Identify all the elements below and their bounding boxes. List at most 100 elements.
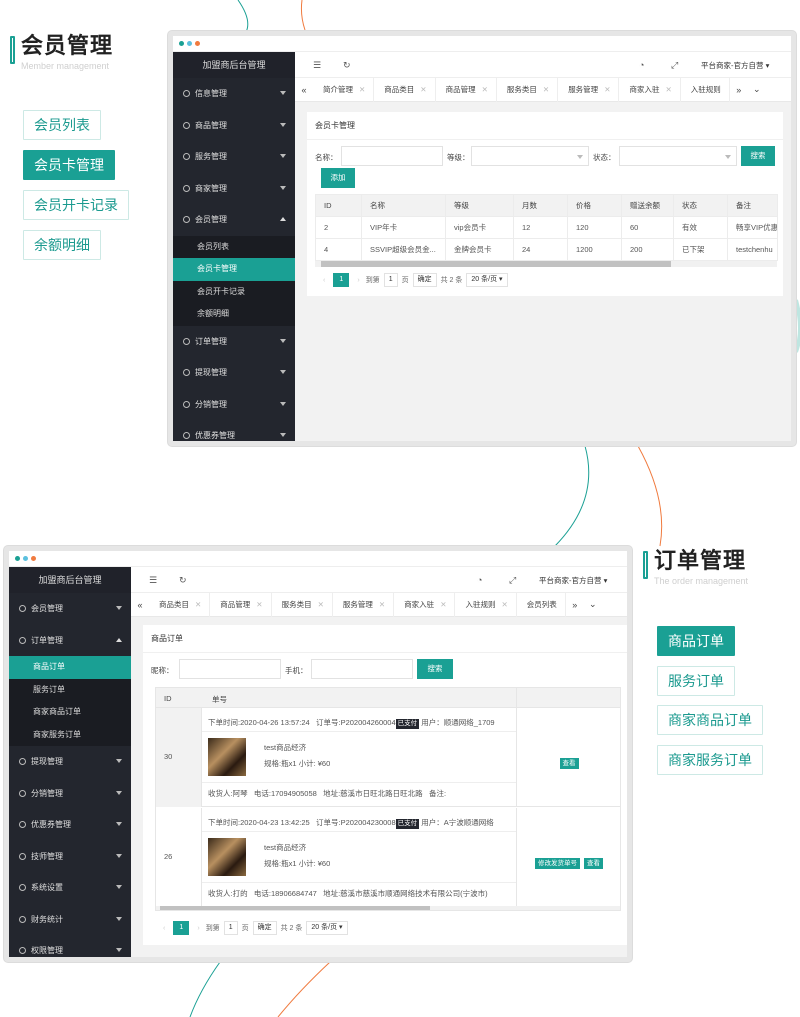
member-card-table: ID 名称 等级 月数 价格 赠送余额 状态 备注 2 VIP年卡 vip会员卡 12 120 60 有效… (315, 194, 778, 261)
tab-merchant-join[interactable]: 商家入驻 ✕ (394, 592, 456, 617)
tab-service[interactable]: 服务管理 ✕ (558, 77, 620, 102)
refresh-icon[interactable]: ↻ (179, 575, 187, 586)
nav-finance[interactable]: 财务统计 (9, 904, 131, 936)
table-row[interactable]: 2 VIP年卡 vip会员卡 12 120 60 有效 畅享VIP优惠 (315, 216, 778, 239)
sub-service-orders[interactable]: 服务订单 (9, 679, 131, 702)
nav-member[interactable]: 会员管理 (9, 593, 131, 625)
nav-goods[interactable]: 商品管理 (173, 110, 295, 142)
tab-service-category[interactable]: 服务类目 ✕ (272, 592, 333, 617)
view-button[interactable]: 查看 (584, 858, 603, 869)
theme-icon[interactable]: ◔ (639, 60, 644, 70)
nav-merchant[interactable]: 商家管理 (173, 173, 295, 205)
refresh-icon[interactable]: ↻ (343, 60, 351, 71)
nav-member[interactable]: 会员管理 (173, 204, 295, 236)
tab-join-rules[interactable]: 入驻规则 ✕ (455, 592, 517, 617)
tabs-next-icon[interactable]: » (566, 600, 584, 610)
edit-shipping-button[interactable]: 修改发货单号 (535, 858, 580, 869)
tab-merchant-join[interactable]: 商家入驻 ✕ (619, 77, 681, 102)
sub-goods-orders[interactable]: 商品订单 (9, 656, 131, 679)
nav-coupon[interactable]: 优惠券管理 (173, 420, 295, 441)
page-input[interactable]: 1 (223, 921, 238, 935)
nav-coupon[interactable]: 优惠券管理 (9, 809, 131, 841)
sub-member-list[interactable]: 会员列表 (173, 236, 295, 259)
nav-withdraw[interactable]: 提现管理 (173, 357, 295, 389)
user-menu[interactable]: 平台商家-官方自营 ▾ (539, 575, 607, 586)
confirm-button[interactable]: 确定 (412, 273, 437, 287)
nav-icon (19, 605, 26, 613)
add-button[interactable]: 添加 (321, 168, 355, 188)
order-row[interactable]: 30 下单时间:2020-04-26 13:57:24 订单号:P2020042… (156, 708, 620, 807)
order-row[interactable]: 26 下单时间:2020-04-23 13:42:25 订单号:P2020042… (156, 808, 620, 907)
nav-technician[interactable]: 技师管理 (9, 841, 131, 873)
tag-merchant-goods-orders[interactable]: 商家商品订单 (657, 705, 763, 735)
tag-member-list[interactable]: 会员列表 (23, 110, 101, 140)
tabs-prev-icon[interactable]: « (131, 600, 149, 610)
user-menu[interactable]: 平台商家-官方自营 ▾ (701, 60, 769, 71)
tag-card-records[interactable]: 会员开卡记录 (23, 190, 129, 220)
sub-merchant-goods-orders[interactable]: 商家商品订单 (9, 701, 131, 724)
prev-page-icon[interactable]: ‹ (323, 277, 325, 284)
nav-service[interactable]: 服务管理 (173, 141, 295, 173)
sub-balance[interactable]: 余额明细 (173, 303, 295, 326)
tabs-dropdown-icon[interactable]: ⌄ (748, 84, 766, 95)
horizontal-scrollbar[interactable] (156, 906, 620, 910)
horizontal-scrollbar[interactable] (315, 261, 777, 267)
nav-icon (183, 216, 190, 224)
menu-toggle-icon[interactable]: ☰ (149, 575, 157, 586)
order-submenu: 商品订单 服务订单 商家商品订单 商家服务订单 (9, 656, 131, 746)
tab-service[interactable]: 服务管理 ✕ (333, 592, 395, 617)
tabs-dropdown-icon[interactable]: ⌄ (584, 599, 602, 610)
tag-merchant-service-orders[interactable]: 商家服务订单 (657, 745, 763, 775)
tag-service-orders[interactable]: 服务订单 (657, 666, 735, 696)
tag-goods-orders[interactable]: 商品订单 (657, 626, 735, 656)
name-input[interactable] (341, 146, 443, 166)
search-button[interactable]: 搜索 (417, 659, 453, 679)
confirm-button[interactable]: 确定 (252, 921, 277, 935)
nav-info[interactable]: 信息管理 (173, 78, 295, 110)
tab-goods-category[interactable]: 商品类目 ✕ (374, 77, 436, 102)
tab-member-list[interactable]: 会员列表 (517, 592, 566, 617)
nav-distribution[interactable]: 分销管理 (9, 778, 131, 810)
tab-intro[interactable]: 简介管理 ✕ (313, 77, 375, 102)
fullscreen-icon[interactable]: ⤢ (509, 575, 516, 586)
level-select[interactable] (471, 146, 589, 166)
fullscreen-icon[interactable]: ⤢ (671, 60, 678, 71)
orders-header: ID 单号 (156, 688, 620, 708)
theme-icon[interactable]: ◔ (477, 575, 482, 585)
page-size-select[interactable]: 20 条/页 ▾ (466, 273, 508, 287)
sub-card-records[interactable]: 会员开卡记录 (173, 281, 295, 304)
prev-page-icon[interactable]: ‹ (163, 925, 165, 932)
sub-member-card[interactable]: 会员卡管理 (173, 258, 295, 281)
next-page-icon[interactable]: › (197, 925, 199, 932)
sub-merchant-service-orders[interactable]: 商家服务订单 (9, 724, 131, 747)
page-size-select[interactable]: 20 条/页 ▾ (306, 921, 348, 935)
view-button[interactable]: 查看 (559, 758, 579, 769)
tab-bar: « 商品类目 ✕ 商品管理 ✕ 服务类目 ✕ 服务管理 ✕ 商家入驻 ✕ 入驻规则 ✕ 会员… (131, 592, 627, 617)
next-page-icon[interactable]: › (357, 277, 359, 284)
nav-orders[interactable]: 订单管理 (173, 326, 295, 358)
tag-balance-detail[interactable]: 余额明细 (23, 230, 101, 260)
status-label: 状态： (593, 153, 616, 162)
tabs-next-icon[interactable]: » (730, 85, 748, 95)
nav-withdraw[interactable]: 提现管理 (9, 746, 131, 778)
tab-join-rules[interactable]: 入驻规则 (681, 77, 730, 102)
tag-member-card[interactable]: 会员卡管理 (23, 150, 115, 180)
table-row[interactable]: 4 SSVIP超级会员金... 金牌会员卡 24 1200 200 已下架 testchenh… (315, 238, 778, 261)
phone-input[interactable] (311, 659, 413, 679)
tab-goods[interactable]: 商品管理 ✕ (436, 77, 497, 102)
status-select[interactable] (619, 146, 737, 166)
nav-distribution[interactable]: 分销管理 (173, 389, 295, 421)
tab-goods-category[interactable]: 商品类目 ✕ (149, 592, 211, 617)
nav-orders[interactable]: 订单管理 (9, 625, 131, 657)
nick-input[interactable] (179, 659, 281, 679)
nav-settings[interactable]: 系统设置 (9, 872, 131, 904)
current-page[interactable]: 1 (173, 921, 190, 935)
tab-goods[interactable]: 商品管理 ✕ (210, 592, 272, 617)
page-input[interactable]: 1 (383, 273, 398, 287)
tab-service-category[interactable]: 服务类目 ✕ (497, 77, 559, 102)
current-page[interactable]: 1 (333, 273, 350, 287)
tabs-prev-icon[interactable]: « (295, 85, 313, 95)
nav-permission[interactable]: 权限管理 (9, 935, 131, 957)
search-button[interactable]: 搜索 (741, 146, 775, 166)
menu-toggle-icon[interactable]: ☰ (313, 60, 321, 71)
